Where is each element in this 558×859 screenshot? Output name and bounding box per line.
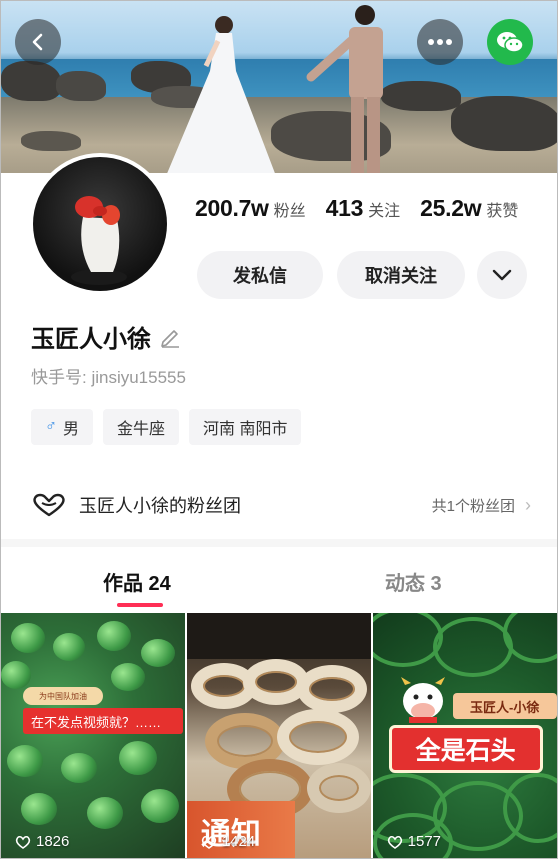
profile-screen: 200.7w 粉丝 413 关注 25.2w 获赞 发私信 取消关注 玉匠人小徐… xyxy=(0,0,558,859)
heart-icon xyxy=(387,835,402,849)
work-1-likes-count: 1826 xyxy=(36,833,70,850)
tab-moments[interactable]: 动态 3 xyxy=(385,567,442,596)
cartoon-cow-icon xyxy=(400,677,445,723)
works-grid: 为中国队加油 在不发点视频就？…… 1826 通知 1424 玉匠人-小徐 全是… xyxy=(1,613,557,858)
profile-tags: ♂ 男 金牛座 河南 南阳市 xyxy=(31,409,311,445)
work-2-likes-count: 1424 xyxy=(221,833,256,850)
active-tab-indicator xyxy=(117,603,163,607)
send-message-button[interactable]: 发私信 xyxy=(197,251,323,299)
edit-pencil-icon[interactable] xyxy=(159,326,181,348)
section-divider xyxy=(1,539,557,547)
kuaishou-id: 快手号: jinsiyu15555 xyxy=(31,368,186,387)
work-3-caption-tag: 玉匠人-小徐 xyxy=(452,693,557,719)
fan-group-row[interactable]: 玉匠人小徐的粉丝团 共1个粉丝团 › xyxy=(31,487,531,523)
profile-name-row: 玉匠人小徐 xyxy=(31,319,181,354)
fan-group-heart-icon xyxy=(33,493,65,517)
likes-received-label: 获赞 xyxy=(486,203,519,220)
work-3-likes-count: 1577 xyxy=(407,833,442,850)
gender-label: 男 xyxy=(63,421,80,438)
wechat-icon xyxy=(497,32,524,53)
tab-works[interactable]: 作品 24 xyxy=(103,567,171,596)
gender-tag: ♂ 男 xyxy=(31,409,94,445)
following-count: 413 xyxy=(325,195,364,221)
content-tabs: 作品 24 动态 3 xyxy=(1,557,557,611)
work-1-caption-tag: 为中国队加油 xyxy=(23,687,103,705)
more-options-button[interactable] xyxy=(417,19,463,65)
work-thumbnail-1[interactable]: 为中国队加油 在不发点视频就？…… 1826 xyxy=(1,613,186,858)
cover-photo xyxy=(1,1,557,173)
unfollow-button[interactable]: 取消关注 xyxy=(337,251,465,299)
chevron-down-icon xyxy=(492,269,512,281)
fan-group-count: 共1个粉丝团 › xyxy=(432,495,531,516)
wechat-share-button[interactable] xyxy=(487,19,533,65)
back-button[interactable] xyxy=(15,19,61,65)
groom-figure xyxy=(306,5,383,173)
fan-group-count-text: 共1个粉丝团 xyxy=(431,497,515,515)
work-1-caption: 在不发点视频就？…… xyxy=(23,708,183,734)
followers-count: 200.7w xyxy=(195,195,269,221)
heart-icon xyxy=(15,835,31,849)
followers-stat[interactable]: 200.7w 粉丝 xyxy=(195,195,306,222)
chevron-right-icon: › xyxy=(525,494,531,515)
location-tag: 河南 南阳市 xyxy=(189,409,302,445)
expand-button[interactable] xyxy=(477,251,527,299)
chevron-left-icon xyxy=(32,33,43,51)
stats-row: 200.7w 粉丝 413 关注 25.2w 获赞 xyxy=(195,195,518,222)
avatar-image xyxy=(33,157,167,291)
avatar[interactable] xyxy=(29,153,171,295)
bride-figure xyxy=(167,16,275,173)
heart-icon xyxy=(201,835,216,849)
profile-name: 玉匠人小徐 xyxy=(31,326,151,353)
work-thumbnail-3[interactable]: 玉匠人-小徐 全是石头 1577 xyxy=(372,613,557,858)
more-dots-icon xyxy=(428,39,452,45)
work-thumbnail-2[interactable]: 通知 1424 xyxy=(186,613,372,858)
likes-stat[interactable]: 25.2w 获赞 xyxy=(420,195,518,222)
work-3-likes: 1577 xyxy=(387,833,441,850)
male-icon: ♂ xyxy=(45,418,57,435)
followers-label: 粉丝 xyxy=(273,203,306,220)
following-label: 关注 xyxy=(368,203,401,220)
work-2-caption: 通知 xyxy=(186,801,295,858)
work-2-likes: 1424 xyxy=(201,833,255,850)
zodiac-tag: 金牛座 xyxy=(103,409,180,445)
following-stat[interactable]: 413 关注 xyxy=(326,195,401,222)
work-1-likes: 1826 xyxy=(15,833,69,850)
work-3-caption: 全是石头 xyxy=(388,725,543,773)
likes-received-count: 25.2w xyxy=(420,195,482,221)
fan-group-label: 玉匠人小徐的粉丝团 xyxy=(79,496,241,516)
